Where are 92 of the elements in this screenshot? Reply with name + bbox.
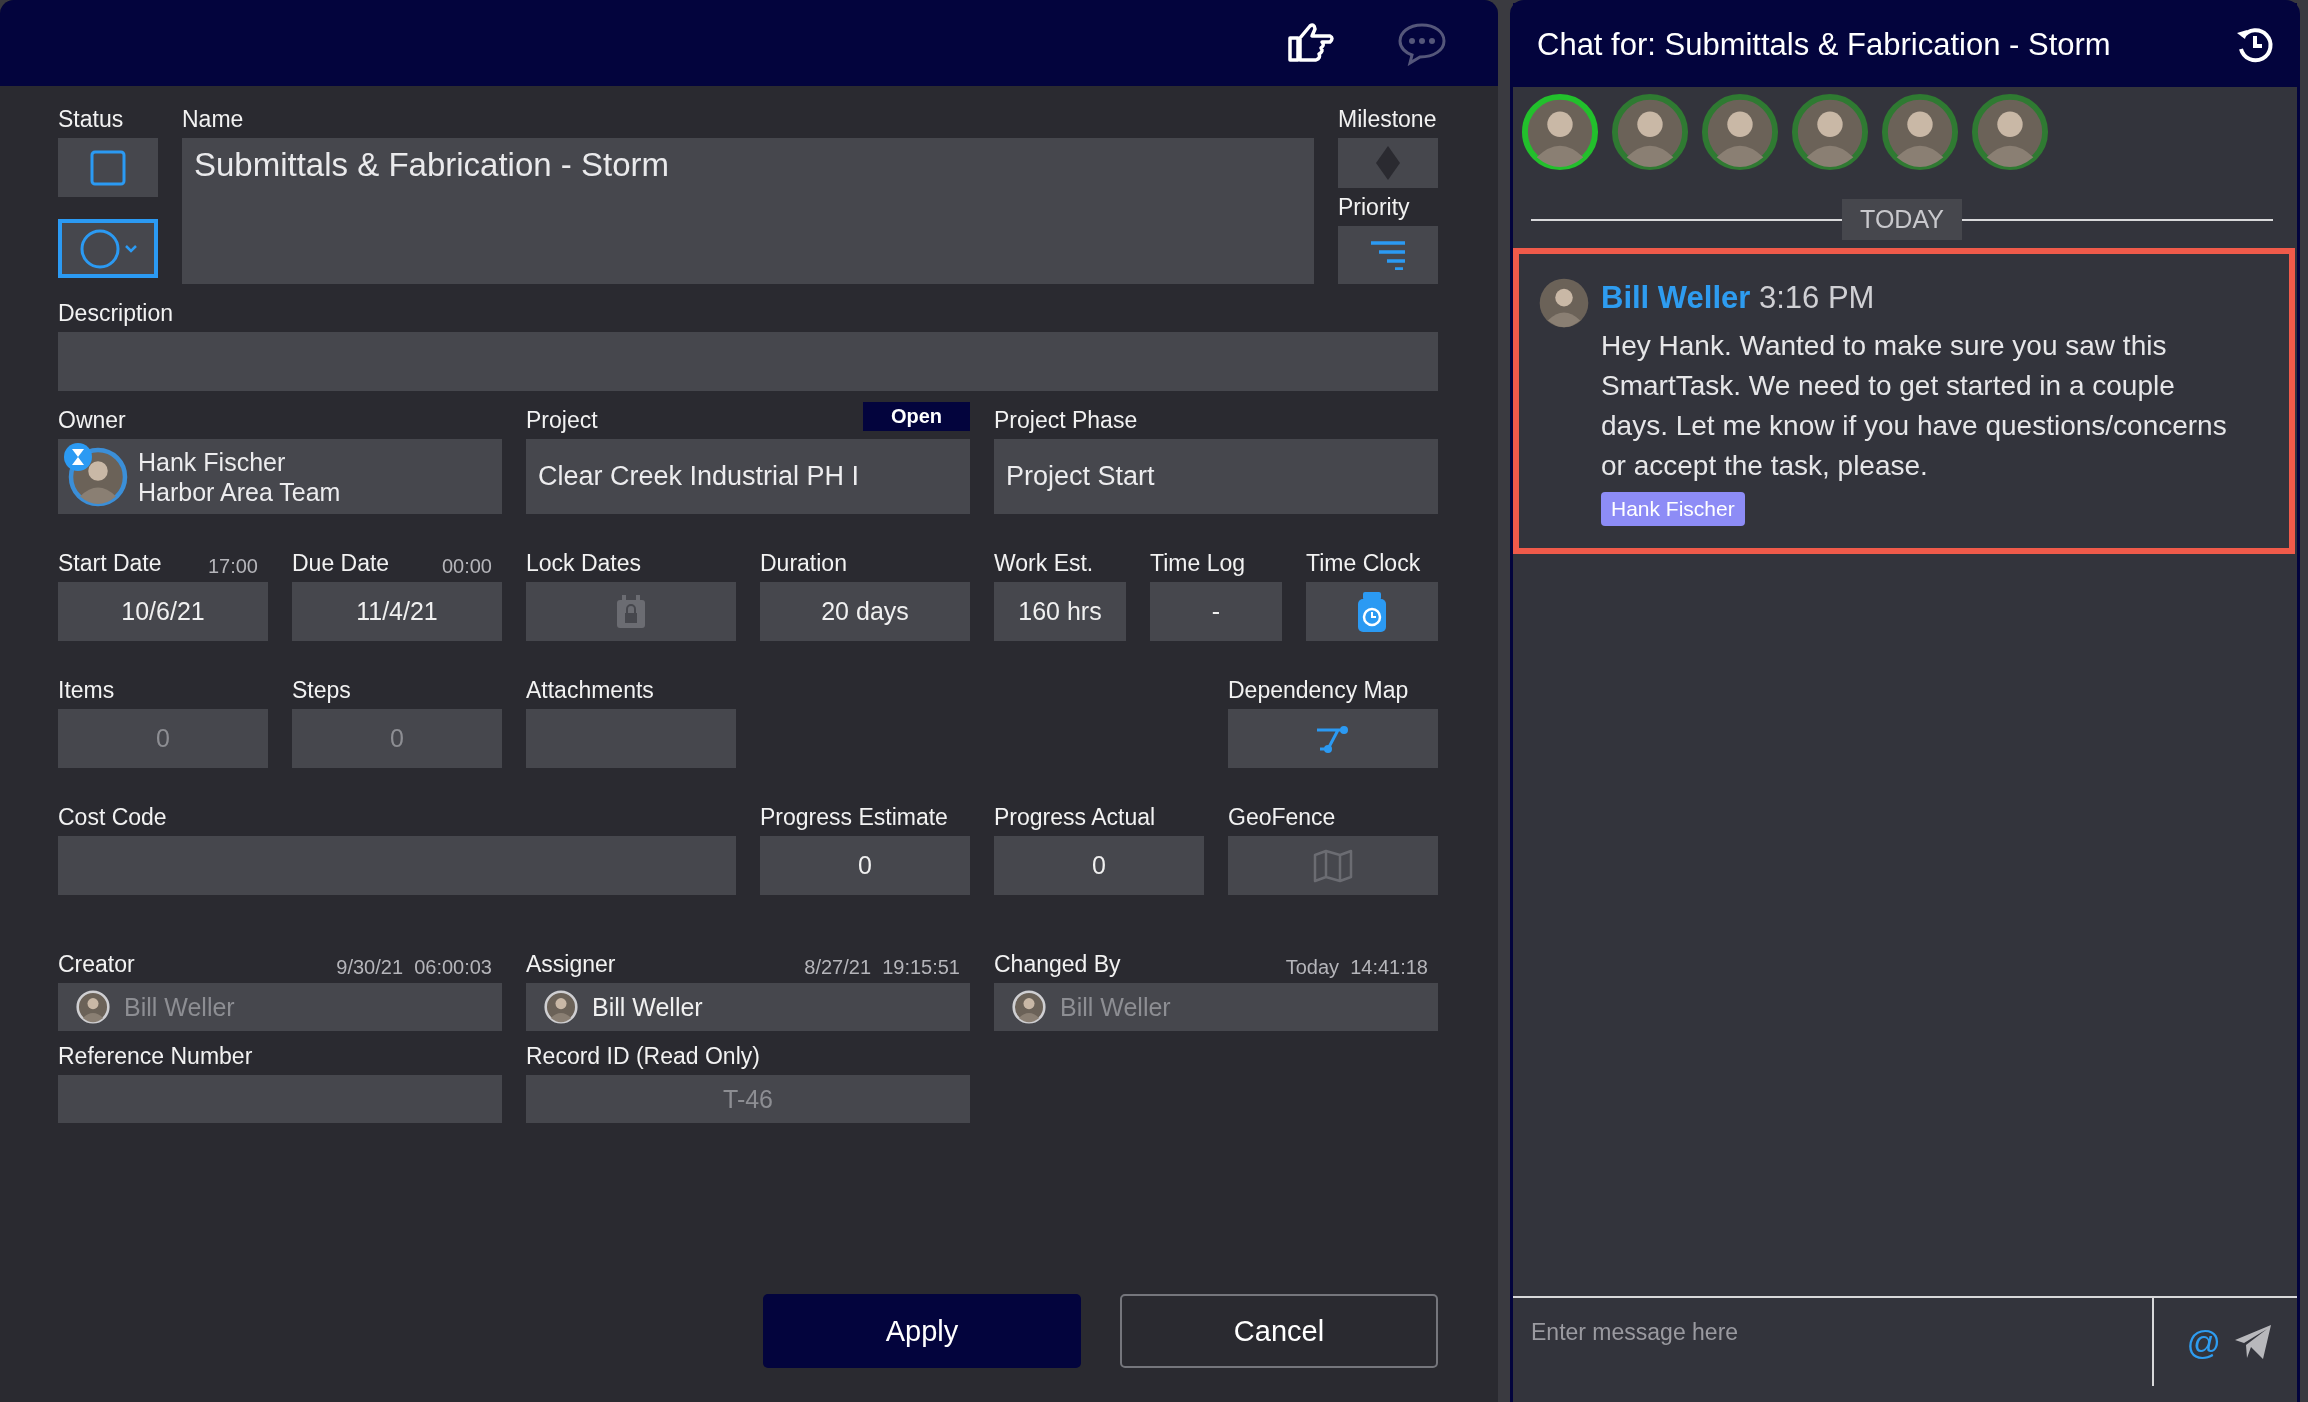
send-icon[interactable] [2233, 1323, 2273, 1361]
field-label: Project [526, 406, 598, 435]
project-phase-field[interactable]: Project Start [994, 439, 1438, 514]
person-name: Bill Weller [1060, 992, 1171, 1022]
field-label: Reference Number [58, 1042, 253, 1071]
field-label: Status [58, 105, 125, 134]
person-field[interactable]: Bill Weller [526, 983, 970, 1031]
description-field[interactable] [58, 332, 1438, 391]
participant-avatar[interactable] [1971, 93, 2049, 171]
avatar [544, 990, 578, 1024]
participant-avatar[interactable] [1791, 93, 1869, 171]
field-label: Project Phase [994, 406, 1139, 435]
field-label: Creator [58, 950, 135, 979]
field-label: Attachments [526, 676, 654, 705]
calendar-lock-icon [614, 593, 648, 630]
participant-avatar[interactable] [1881, 93, 1959, 171]
input-field[interactable]: 0 [994, 836, 1204, 895]
participant-avatar[interactable] [1701, 93, 1779, 171]
timestamp: 8/27/21 19:15:51 [804, 956, 960, 979]
input-field[interactable]: - [1150, 582, 1282, 641]
field-label: Items [58, 676, 115, 705]
participant-avatar[interactable] [1611, 93, 1689, 171]
field-label: Priority [1338, 193, 1411, 222]
cancel-button[interactable]: Cancel [1120, 1294, 1438, 1368]
avatar [1537, 276, 1591, 330]
author-name: Bill Weller [1601, 280, 1751, 315]
field-label: Time Clock [1306, 549, 1421, 578]
field-label: Steps [292, 676, 351, 705]
input-field[interactable]: 10/6/21 [58, 582, 268, 641]
time-clock-button[interactable] [1306, 582, 1438, 641]
input-field[interactable]: 11/4/21 [292, 582, 502, 641]
owner-field[interactable]: Hank Fischer Harbor Area Team [58, 439, 502, 514]
input-field: 0 [58, 709, 268, 768]
field-label: Record ID (Read Only) [526, 1042, 760, 1071]
owner-team: Harbor Area Team [138, 476, 341, 507]
checkbox-icon [89, 148, 127, 187]
status-badge: Open [862, 402, 970, 431]
field-label: Work Est. [994, 549, 1094, 578]
map-icon [1313, 848, 1353, 883]
priority-icon [1369, 240, 1407, 270]
field-label: Progress Actual [994, 803, 1156, 832]
field-label: Lock Dates [526, 549, 642, 578]
avatar [76, 990, 110, 1024]
timestamp: 9/30/21 06:00:03 [336, 956, 492, 979]
message-time: 3:16 PM [1758, 280, 1875, 315]
caret-icon [124, 243, 138, 254]
message-input[interactable]: Enter message here [1513, 1298, 2152, 1402]
message-text: Hey Hank. Wanted to make sure you saw this SmartTask. We need to get started in a couple days. Let me know if you have questions/concerns or accept the task, please. [1601, 329, 2228, 483]
input-field[interactable] [526, 709, 736, 768]
timer-icon [1356, 590, 1388, 633]
field-label: Dependency Map [1228, 676, 1409, 705]
field-label: GeoFence [1228, 803, 1336, 832]
person-name: Bill Weller [592, 992, 703, 1022]
owner-name: Hank Fischer [138, 446, 287, 477]
diamond-icon [1375, 145, 1401, 181]
field-label: Description [58, 299, 175, 328]
input-field[interactable] [58, 1075, 502, 1123]
field-label: Time Log [1150, 549, 1246, 578]
field-label: Due Date [292, 549, 390, 578]
status-dropdown[interactable] [58, 219, 158, 278]
field-label: Assigner [526, 950, 616, 979]
timestamp: 17:00 [207, 555, 258, 578]
input-field[interactable]: 160 hrs [994, 582, 1126, 641]
timestamp: Today 14:41:18 [1285, 956, 1428, 979]
field-label: Owner [58, 406, 127, 435]
field-label: Milestone [1338, 105, 1438, 134]
field-label: Progress Estimate [760, 803, 948, 832]
history-icon[interactable] [2235, 25, 2275, 65]
mention-button[interactable]: @ [2186, 1322, 2221, 1362]
field-label: Cost Code [58, 803, 167, 832]
field-label: Name [182, 105, 245, 134]
input-field[interactable]: 20 days [760, 582, 970, 641]
avatar [1012, 990, 1046, 1024]
input-field[interactable]: 0 [760, 836, 970, 895]
chat-title: Chat for: Submittals & Fabrication - Storm [1537, 27, 2111, 63]
name-field[interactable]: Submittals & Fabrication - Storm [182, 138, 1314, 284]
priority-button[interactable] [1338, 226, 1438, 284]
dependency-map-button[interactable] [1228, 709, 1438, 768]
input-field[interactable] [58, 836, 736, 895]
timestamp: 00:00 [441, 555, 492, 578]
status-checkbox[interactable] [58, 138, 158, 197]
input-field: T-46 [526, 1075, 970, 1123]
project-field[interactable]: Clear Creek Industrial PH I [526, 439, 970, 514]
input-field: 0 [292, 709, 502, 768]
milestone-toggle[interactable] [1338, 138, 1438, 188]
person-name: Bill Weller [124, 992, 235, 1022]
hourglass-icon [64, 442, 92, 471]
field-label: Start Date [58, 549, 162, 578]
field-label: Changed By [994, 950, 1121, 979]
field-label: Duration [760, 549, 847, 578]
participant-avatar[interactable] [1521, 93, 1599, 171]
apply-button[interactable]: Apply [763, 1294, 1081, 1368]
